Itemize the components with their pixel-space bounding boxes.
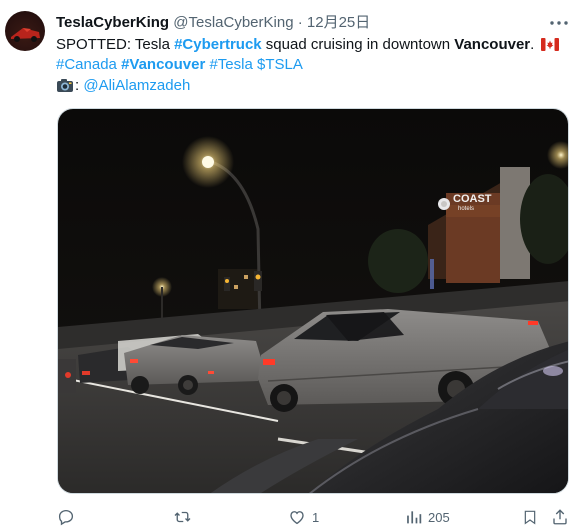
more-dots-icon: [550, 21, 568, 25]
retweet-button[interactable]: [173, 505, 198, 529]
hotel-sign-subtext: hotels: [458, 206, 474, 212]
text-prefix: SPOTTED: Tesla: [56, 36, 175, 53]
share-button[interactable]: [551, 505, 569, 529]
like-button[interactable]: 1: [288, 505, 319, 529]
display-name[interactable]: TeslaCyberKing: [56, 14, 169, 31]
bold-vancouver: Vancouver: [454, 36, 531, 53]
reply-button[interactable]: [57, 505, 81, 529]
views-icon: [407, 511, 422, 524]
bookmark-icon: [524, 510, 536, 525]
text-suffix: .: [530, 36, 535, 53]
hashtag-canada[interactable]: #Canada: [56, 56, 117, 73]
night-street-photo: COAST hotels: [58, 109, 568, 493]
hashtag-vancouver[interactable]: #Vancouver: [121, 56, 205, 73]
share-icon: [553, 509, 567, 525]
views-button[interactable]: 205: [405, 505, 450, 529]
hashtag-tesla[interactable]: #Tesla: [209, 56, 252, 73]
avatar-image: [11, 28, 40, 42]
user-handle[interactable]: @TeslaCyberKing: [173, 14, 293, 31]
tweet-photo[interactable]: COAST hotels: [57, 108, 569, 494]
hotel-sign-text: COAST: [453, 193, 492, 205]
mention-link[interactable]: @AliAlamzadeh: [83, 77, 190, 94]
canada-flag-icon: [541, 38, 560, 51]
separator-dot: ·: [297, 14, 303, 31]
more-options-button[interactable]: [549, 14, 569, 32]
reply-icon: [58, 509, 74, 526]
retweet-icon: [174, 511, 191, 523]
action-bar: 1 205: [0, 505, 581, 529]
cashtag-tsla[interactable]: $TSLA: [257, 56, 303, 73]
tweet-text-line-2: #Canada #Vancouver #Tesla $TSLA: [56, 55, 576, 75]
text-middle: squad cruising in downtown: [261, 36, 455, 53]
views-count: 205: [428, 509, 450, 525]
bookmark-button[interactable]: [522, 505, 538, 529]
like-count: 1: [312, 509, 320, 525]
camera-icon: [57, 79, 73, 92]
heart-icon: [290, 511, 304, 525]
tweet-text-line-3: : @AliAlamzadeh: [56, 76, 576, 96]
tweet-text-line-1: SPOTTED: Tesla #Cybertruck squad cruisin…: [56, 35, 576, 55]
tweet-date[interactable]: 12月25日: [307, 14, 370, 31]
avatar[interactable]: [5, 11, 45, 51]
hashtag-cybertruck[interactable]: #Cybertruck: [174, 36, 262, 53]
tweet: TeslaCyberKing @TeslaCyberKing · 12月25日 …: [0, 0, 581, 530]
tweet-header: TeslaCyberKing @TeslaCyberKing · 12月25日: [56, 13, 370, 33]
camera-colon: :: [75, 77, 80, 94]
